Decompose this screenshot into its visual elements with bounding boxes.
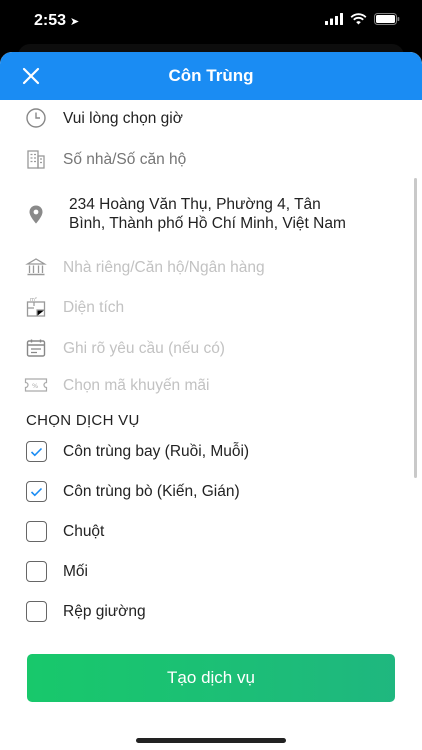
note-row[interactable]: Ghi rõ yêu cầu (nếu có) — [24, 336, 404, 360]
note-placeholder: Ghi rõ yêu cầu (nếu có) — [63, 339, 225, 357]
status-icons — [325, 13, 400, 25]
bank-icon — [24, 255, 48, 279]
service-checkbox[interactable] — [26, 441, 47, 462]
service-checkbox[interactable] — [26, 481, 47, 502]
time-picker-row[interactable]: Vui lòng chọn giờ — [24, 106, 404, 130]
promo-row[interactable]: % Chọn mã khuyến mãi — [24, 373, 404, 397]
checkmark-icon — [30, 447, 43, 456]
signal-icon — [325, 13, 343, 25]
time-text: Vui lòng chọn giờ — [63, 109, 183, 127]
service-option-termites[interactable]: Mối — [26, 561, 88, 582]
create-service-button[interactable]: Tạo dịch vụ — [27, 654, 395, 702]
service-option-crawling-insects[interactable]: Côn trùng bò (Kiến, Gián) — [26, 481, 240, 502]
nav-bar: Côn Trùng — [0, 52, 422, 100]
area-placeholder: Diện tích — [63, 298, 125, 316]
wifi-icon — [350, 13, 367, 25]
house-number-input[interactable] — [63, 149, 383, 169]
status-time: 2:53 ➤ — [34, 12, 80, 29]
checkmark-icon — [30, 487, 43, 496]
map-pin-icon — [24, 203, 48, 227]
service-label: Rệp giường — [63, 602, 146, 620]
calendar-note-icon — [24, 336, 48, 360]
service-label: Côn trùng bò (Kiến, Gián) — [63, 482, 240, 500]
service-label: Chuột — [63, 522, 105, 540]
promo-placeholder: Chọn mã khuyến mãi — [63, 376, 210, 394]
house-number-row[interactable] — [24, 147, 404, 171]
address-row[interactable]: 234 Hoàng Văn Thụ, Phường 4, Tân Bình, T… — [24, 195, 404, 233]
service-label: Mối — [63, 562, 88, 580]
service-checkbox[interactable] — [26, 521, 47, 542]
service-option-bed-bugs[interactable]: Rệp giường — [26, 601, 146, 622]
building-icon — [24, 147, 48, 171]
service-checkbox[interactable] — [26, 601, 47, 622]
status-bar: 2:53 ➤ — [0, 0, 422, 44]
scrollbar[interactable] — [414, 178, 417, 478]
services-section-title: CHỌN DỊCH VỤ — [26, 412, 140, 429]
service-label: Côn trùng bay (Ruồi, Muỗi) — [63, 442, 250, 460]
area-row[interactable]: m² Diện tích — [24, 295, 404, 319]
service-option-flying-insects[interactable]: Côn trùng bay (Ruồi, Muỗi) — [26, 441, 249, 462]
location-arrow-icon: ➤ — [70, 16, 80, 28]
home-type-row[interactable]: Nhà riêng/Căn hộ/Ngân hàng — [24, 255, 404, 279]
home-indicator — [136, 738, 286, 743]
coupon-icon: % — [24, 373, 48, 397]
clock-icon — [24, 106, 48, 130]
service-sheet: Côn Trùng Vui lòng chọn giờ Số nhà/Số că… — [0, 52, 422, 750]
address-text: 234 Hoàng Văn Thụ, Phường 4, Tân Bình, T… — [69, 196, 346, 232]
page-title: Côn Trùng — [168, 66, 254, 85]
service-checkbox[interactable] — [26, 561, 47, 582]
home-type-placeholder: Nhà riêng/Căn hộ/Ngân hàng — [63, 258, 265, 276]
battery-icon — [374, 13, 400, 25]
svg-text:%: % — [32, 382, 38, 390]
service-option-rats[interactable]: Chuột — [26, 521, 104, 542]
floor-plan-icon: m² — [24, 295, 48, 319]
